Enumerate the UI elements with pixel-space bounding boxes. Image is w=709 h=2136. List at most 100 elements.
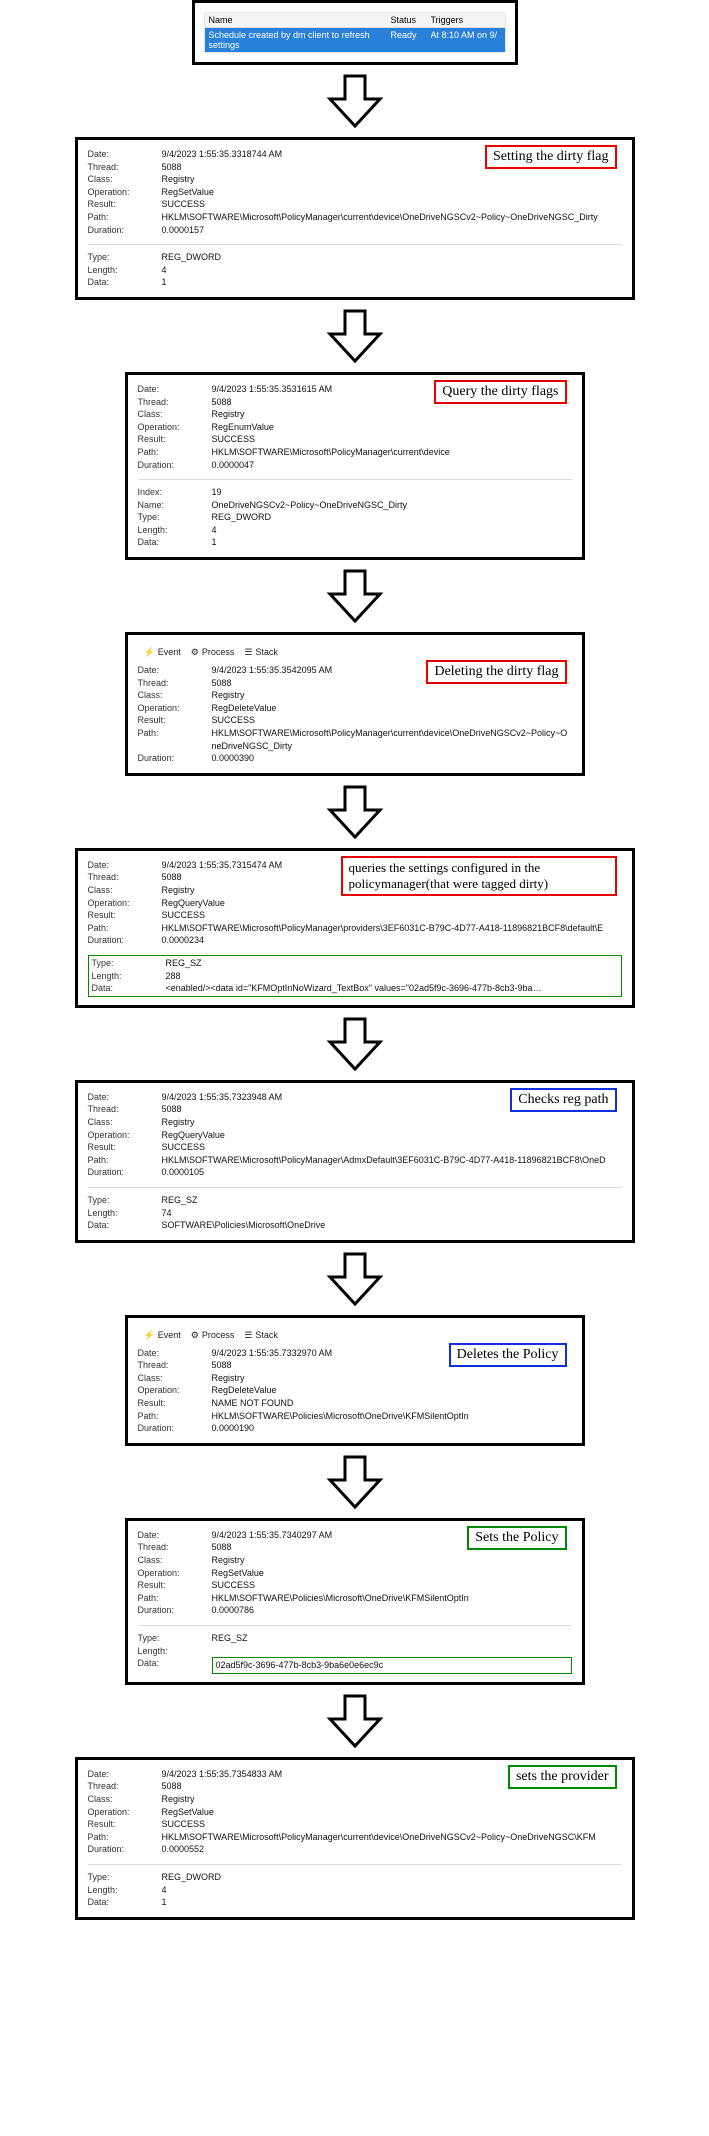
- kv-row: Length:4: [88, 1884, 622, 1897]
- callout-label: Query the dirty flags: [434, 380, 566, 404]
- kv-row: Result:SUCCESS: [88, 1141, 622, 1154]
- stack-icon: ☰: [244, 1330, 252, 1341]
- kv-row: Length:288: [92, 970, 618, 983]
- tab-stack[interactable]: ☰Stack: [244, 647, 278, 658]
- sched-col-status: Status: [391, 15, 431, 25]
- kv-value: NAME NOT FOUND: [212, 1397, 572, 1410]
- kv-value: 0.0000390: [212, 752, 572, 765]
- panel-wrapper: ⚡Event⚙Process☰StackDate:9/4/2023 1:55:3…: [125, 1315, 585, 1446]
- kv-label: Thread:: [138, 1541, 198, 1554]
- kv-label: Duration:: [138, 1604, 198, 1617]
- kv-value: 4: [162, 264, 622, 277]
- kv-label: Date:: [88, 859, 148, 872]
- down-arrow-icon: [325, 1249, 385, 1309]
- tab-stack[interactable]: ☰Stack: [244, 1330, 278, 1341]
- kv-row: Class:Registry: [138, 1372, 572, 1385]
- kv-value: RegQueryValue: [162, 1129, 622, 1142]
- callout-label: Sets the Policy: [467, 1526, 566, 1550]
- kv-value: HKLM\SOFTWARE\Microsoft\PolicyManager\cu…: [212, 446, 572, 459]
- kv-value: OneDriveNGSCv2~Policy~OneDriveNGSC_Dirty: [212, 499, 572, 512]
- kv-label: Thread:: [88, 161, 148, 174]
- callout-label: sets the provider: [508, 1765, 617, 1789]
- kv-value: SUCCESS: [162, 909, 622, 922]
- kv-row: Result:SUCCESS: [138, 1579, 572, 1592]
- tab-process[interactable]: ⚙Process: [191, 647, 235, 658]
- kv-label: Date:: [138, 383, 198, 396]
- kv-label: Operation:: [138, 702, 198, 715]
- sched-task-name: Schedule created by dm client to refresh…: [209, 30, 391, 50]
- tab-process[interactable]: ⚙Process: [191, 1330, 235, 1341]
- kv-label: Path:: [138, 727, 198, 752]
- procmon-panel: ⚡Event⚙Process☰StackDate:9/4/2023 1:55:3…: [125, 1315, 585, 1446]
- down-arrow-icon: [325, 1452, 385, 1512]
- kv-label: Operation:: [88, 897, 148, 910]
- down-arrow-icon: [325, 1014, 385, 1074]
- panel-wrapper: ⚡Event⚙Process☰StackDate:9/4/2023 1:55:3…: [125, 632, 585, 776]
- kv-label: Operation:: [88, 1806, 148, 1819]
- tab-event[interactable]: ⚡Event: [144, 1330, 181, 1341]
- kv-row: Class:Registry: [88, 1793, 622, 1806]
- kv-value: Registry: [212, 1554, 572, 1567]
- kv-row: Class:Registry: [88, 173, 622, 186]
- kv-label: Operation:: [138, 421, 198, 434]
- kv-row: Class:Registry: [138, 1554, 572, 1567]
- kv-row: Path:HKLM\SOFTWARE\Microsoft\PolicyManag…: [138, 727, 572, 752]
- kv-row: Type:REG_SZ: [138, 1632, 572, 1645]
- kv-row: Length: 4: [138, 524, 572, 537]
- kv-row: Path:HKLM\SOFTWARE\Policies\Microsoft\On…: [138, 1410, 572, 1423]
- kv-row: Type:REG_SZ: [92, 957, 618, 970]
- kv-row: Result:SUCCESS: [88, 198, 622, 211]
- kv-label: Class:: [138, 408, 198, 421]
- kv-value: 0.0000105: [162, 1166, 622, 1179]
- sched-task-row[interactable]: Schedule created by dm client to refresh…: [205, 28, 505, 52]
- kv-label: Thread:: [88, 1103, 148, 1116]
- kv-label: Duration:: [138, 752, 198, 765]
- kv-label: Result:: [88, 198, 148, 211]
- kv-value: HKLM\SOFTWARE\Policies\Microsoft\OneDriv…: [212, 1592, 572, 1605]
- kv-value: REG_DWORD: [212, 511, 572, 524]
- kv-row: Type:REG_DWORD: [88, 1871, 622, 1884]
- kv-row: Result:SUCCESS: [138, 714, 572, 727]
- panel-wrapper: Date:9/4/2023 1:55:35.3318744 AMThread:5…: [75, 137, 635, 300]
- kv-row: Length:74: [88, 1207, 622, 1220]
- kv-row: Result:NAME NOT FOUND: [138, 1397, 572, 1410]
- kv-label: Path:: [138, 446, 198, 459]
- kv-label: Duration:: [138, 459, 198, 472]
- kv-label: Thread:: [138, 1359, 198, 1372]
- kv-label: Date:: [88, 148, 148, 161]
- kv-row: Index:19: [138, 486, 572, 499]
- process-icon: ⚙: [191, 1330, 199, 1341]
- kv-value: HKLM\SOFTWARE\Microsoft\PolicyManager\pr…: [162, 922, 622, 935]
- kv-row: Type:REG_DWORD: [88, 251, 622, 264]
- kv-label: Length:: [138, 1645, 198, 1658]
- extra-block: Type:REG_SZLength:288Data:<enabled/><dat…: [88, 955, 622, 997]
- kv-row: Class:Registry: [88, 1116, 622, 1129]
- kv-label: Date:: [138, 1529, 198, 1542]
- kv-label: Data:: [92, 982, 152, 995]
- tab-event[interactable]: ⚡Event: [144, 647, 181, 658]
- kv-row: Duration:0.0000190: [138, 1422, 572, 1435]
- down-arrow-icon: [325, 306, 385, 366]
- kv-label: Type:: [88, 251, 148, 264]
- kv-label: Path:: [138, 1410, 198, 1423]
- kv-label: Length:: [138, 524, 198, 537]
- kv-row: Duration:0.0000047: [138, 459, 572, 472]
- callout-label: queries the settings configured in the p…: [341, 856, 617, 896]
- kv-row: Class:Registry: [138, 408, 572, 421]
- kv-row: Length:: [138, 1645, 572, 1658]
- down-arrow-icon: [325, 782, 385, 842]
- kv-value: Registry: [162, 173, 622, 186]
- kv-row: Length:4: [88, 264, 622, 277]
- kv-value: Registry: [162, 1793, 622, 1806]
- kv-label: Type:: [92, 957, 152, 970]
- kv-value: REG_DWORD: [162, 1871, 622, 1884]
- kv-row: Operation:RegSetValue: [138, 1567, 572, 1580]
- down-arrow-icon: [325, 71, 385, 131]
- kv-value: Registry: [162, 1116, 622, 1129]
- kv-row: Data:1: [88, 1896, 622, 1909]
- kv-value: 4: [212, 524, 572, 537]
- kv-row: Path:HKLM\SOFTWARE\Microsoft\PolicyManag…: [88, 211, 622, 224]
- kv-value: RegSetValue: [162, 186, 622, 199]
- kv-value: 0.0000234: [162, 934, 622, 947]
- extra-block: Type:REG_SZLength:Data:02ad5f9c-3696-477…: [138, 1625, 572, 1674]
